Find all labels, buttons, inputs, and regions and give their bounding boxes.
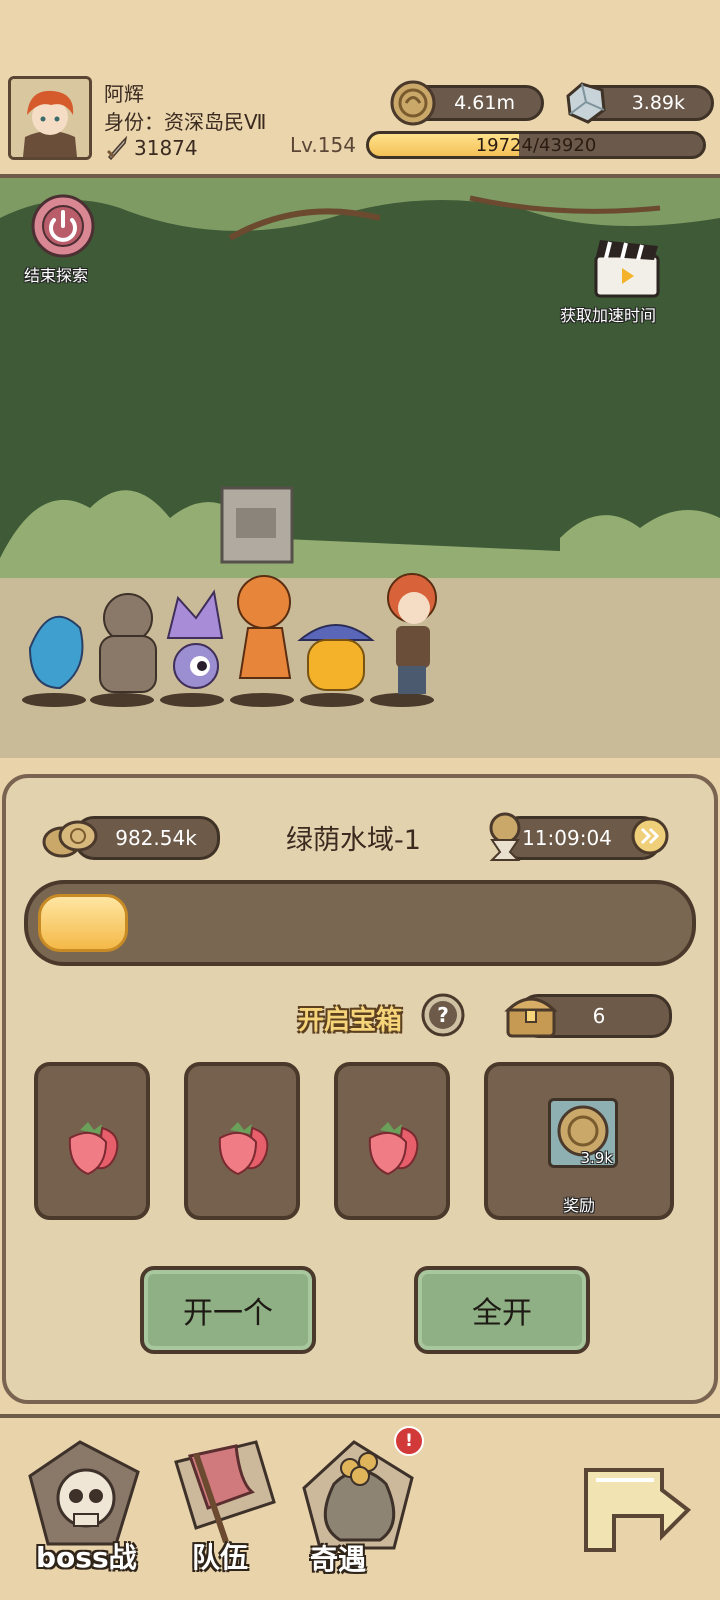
coin-icon	[390, 80, 436, 126]
party-characters	[22, 573, 437, 707]
return-arrow-icon	[584, 1468, 692, 1552]
strawberry-icon	[368, 1122, 419, 1176]
coin-balance-value: 4.61m	[454, 92, 515, 114]
open-all-button[interactable]: 全开	[414, 1266, 590, 1354]
strawberry-icon	[218, 1122, 269, 1176]
bottom-nav: boss战 队伍 ! 奇遇	[0, 1414, 720, 1600]
coin-pile-icon	[42, 820, 98, 858]
open-one-button[interactable]: 开一个	[140, 1266, 316, 1354]
diamond-icon	[566, 82, 606, 124]
player-level: Lv.154	[290, 133, 356, 157]
chest-count-value: 6	[592, 1004, 606, 1028]
speedup-time-button[interactable]: 获取加速时间	[560, 236, 702, 332]
treasure-chest-icon	[504, 997, 558, 1038]
explore-timer-value: 11:09:04	[522, 826, 612, 850]
exploration-scene: 结束探索 获取加速时间	[0, 178, 720, 758]
nav-encounter[interactable]: ! 奇遇	[294, 1426, 424, 1588]
chest-slot-1[interactable]	[34, 1062, 150, 1220]
gold-income-value: 982.54k	[115, 826, 197, 850]
chest-slot-3[interactable]	[334, 1062, 450, 1220]
reward-item: 3.9k	[548, 1098, 618, 1168]
end-explore-label: 结束探索	[24, 266, 89, 285]
player-identity: 身份：资深岛民Ⅶ	[104, 110, 267, 134]
avatar-portrait-icon	[11, 79, 89, 157]
explore-progress-fill	[38, 894, 129, 952]
help-icon[interactable]: ?	[420, 992, 466, 1038]
nav-encounter-label: 奇遇	[310, 1543, 367, 1576]
player-avatar[interactable]	[8, 76, 92, 160]
back-arrow-button[interactable]	[576, 1450, 696, 1570]
notification-badge: !	[394, 1426, 424, 1456]
sword-icon	[106, 136, 128, 160]
flag-icon	[174, 1440, 276, 1543]
svg-text:?: ?	[437, 1003, 449, 1027]
nav-boss-battle[interactable]: boss战	[20, 1436, 150, 1586]
xp-text: 19724/43920	[475, 134, 597, 156]
strawberry-icon	[68, 1122, 119, 1176]
combat-power: 31874	[106, 136, 198, 160]
top-header: 阿辉 身份：资深岛民Ⅶ 31874 4.61m 3.89k Lv.154 197…	[0, 0, 720, 178]
speedup-time-label: 获取加速时间	[560, 306, 657, 325]
nav-team-label: 队伍	[192, 1541, 249, 1574]
nav-boss-label: boss战	[36, 1541, 137, 1574]
reward-slot[interactable]: 3.9k 奖励	[484, 1062, 674, 1220]
reward-amount: 3.9k	[580, 1149, 613, 1167]
hourglass-coin-icon	[489, 812, 521, 861]
diamond-balance-value: 3.89k	[631, 92, 685, 114]
nav-team[interactable]: 队伍	[156, 1432, 286, 1582]
zone-title: 绿荫水域-1	[286, 825, 421, 856]
power-icon	[31, 194, 95, 258]
combat-power-value: 31874	[134, 136, 198, 160]
end-explore-button[interactable]: 结束探索	[24, 194, 98, 285]
xp-bar: 19724/43920	[366, 131, 706, 159]
fast-forward-icon[interactable]	[630, 816, 670, 856]
reward-label: 奖励	[562, 1196, 595, 1215]
explore-progress-bar	[24, 880, 696, 966]
open-chest-title: 开启宝箱	[298, 1006, 403, 1036]
chest-slot-2[interactable]	[184, 1062, 300, 1220]
clapperboard-icon	[594, 240, 660, 298]
player-name: 阿辉	[104, 82, 144, 106]
